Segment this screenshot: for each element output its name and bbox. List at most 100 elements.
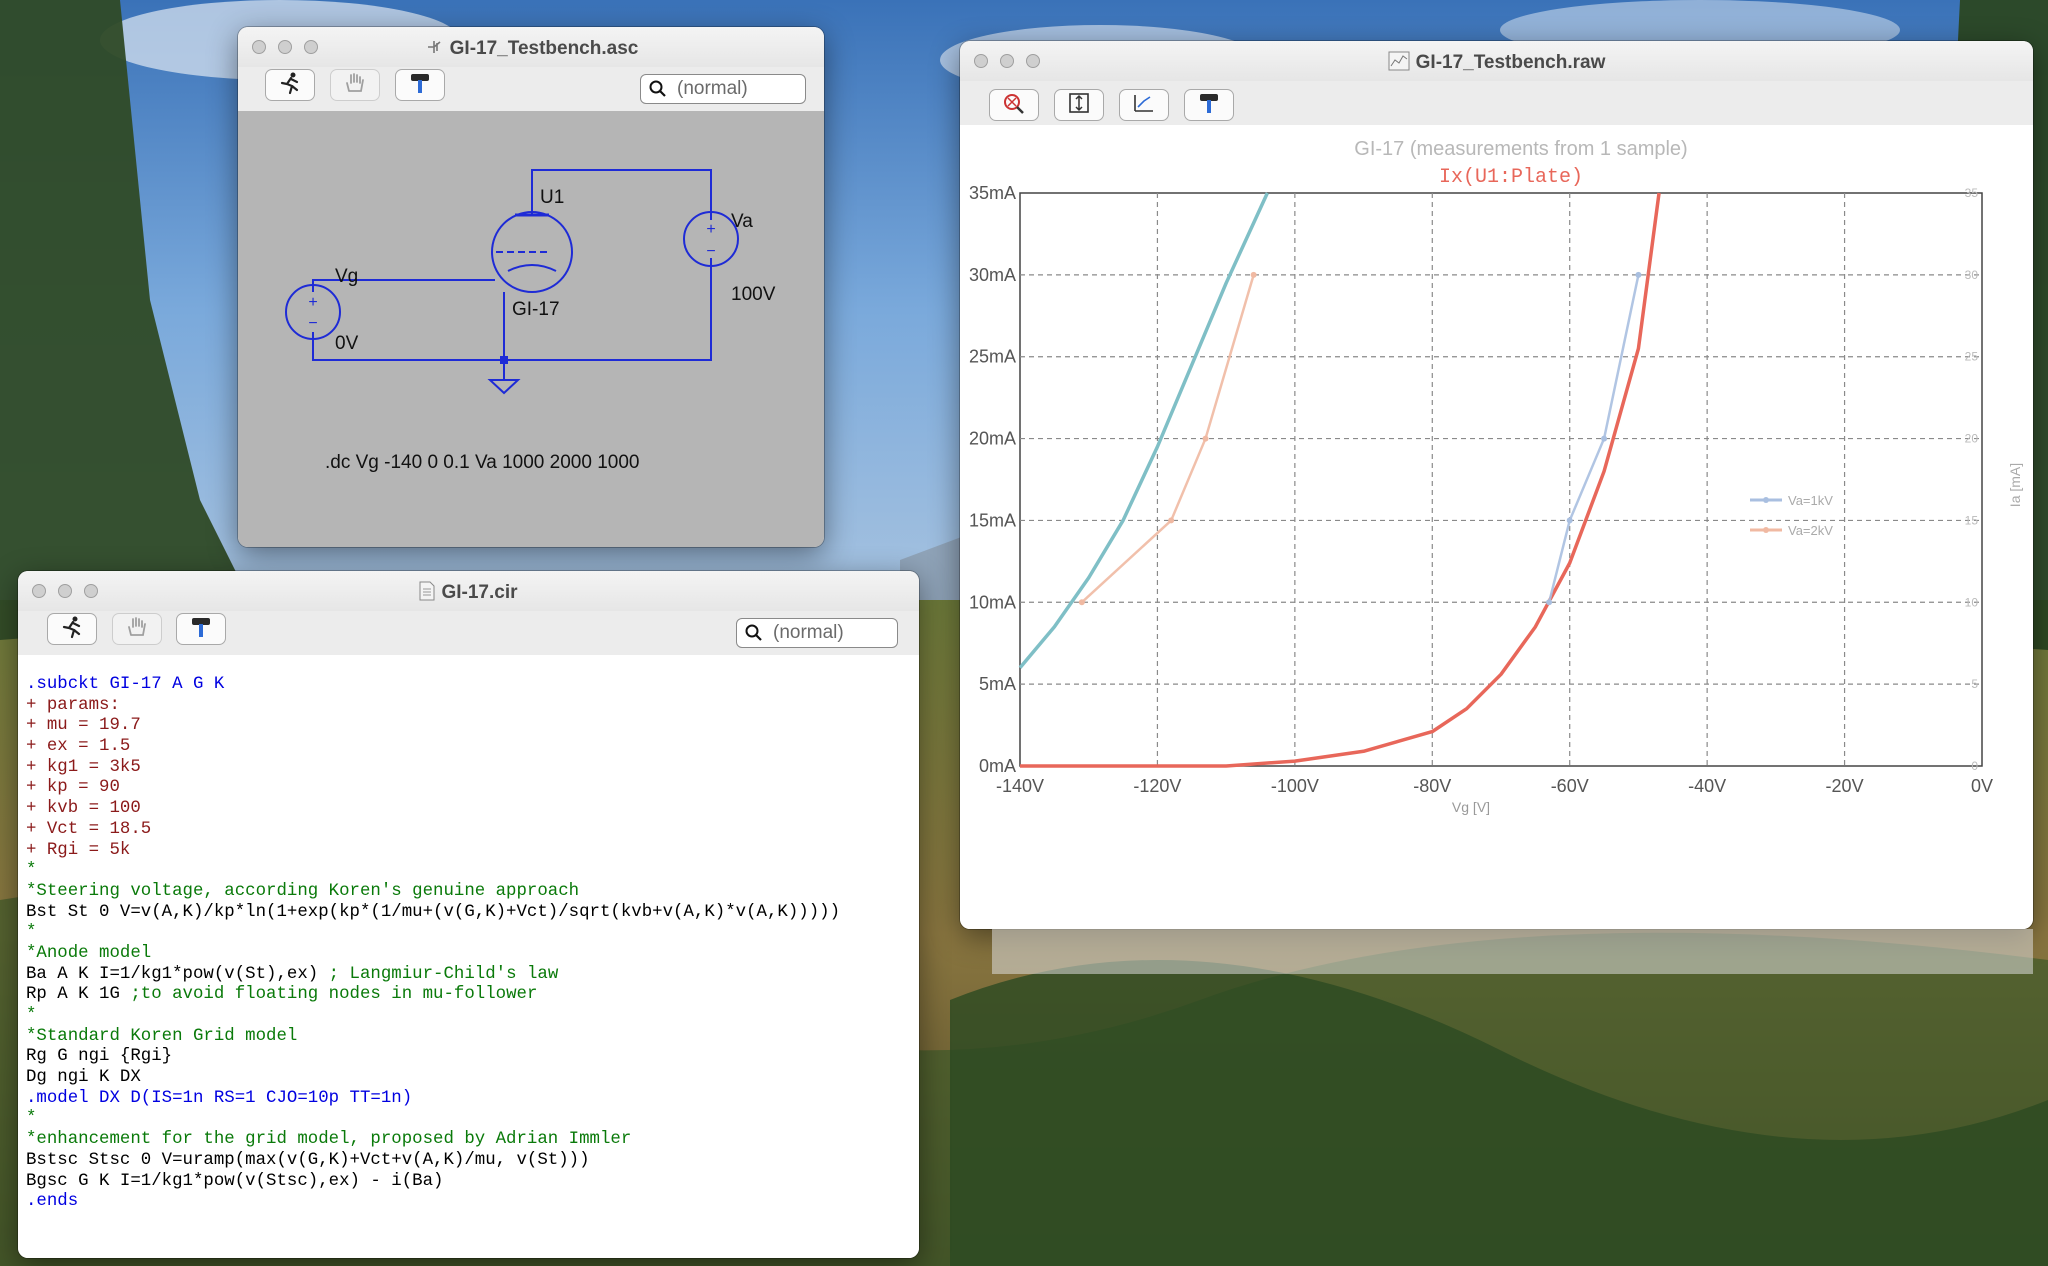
hammer-icon <box>406 71 434 100</box>
code-line[interactable]: + kg1 = 3k5 <box>26 758 919 779</box>
code-line[interactable]: * <box>26 923 919 944</box>
legend-label: Va=1kV <box>1788 493 1833 508</box>
code-line[interactable]: *enhancement for the grid model, propose… <box>26 1130 919 1151</box>
hammer-icon <box>187 615 215 644</box>
series-point <box>1566 517 1573 524</box>
trace-title[interactable]: Ix(U1:Plate) <box>1439 166 1583 189</box>
code-line[interactable]: + mu = 19.7 <box>26 716 919 737</box>
legend-marker <box>1763 497 1769 503</box>
series-point <box>1635 271 1642 278</box>
code-line[interactable]: Bst St 0 V=v(A,K)/kp*ln(1+exp(kp*(1/mu+(… <box>26 903 919 924</box>
waveform-title: GI-17_Testbench.raw <box>1415 52 1606 73</box>
code-line[interactable]: * <box>26 1109 919 1130</box>
svg-text:−: − <box>308 315 317 332</box>
run-button[interactable] <box>47 613 97 645</box>
autorange-button[interactable] <box>1054 89 1104 121</box>
code-line[interactable]: Rp A K 1G ;to avoid floating nodes in mu… <box>26 985 919 1006</box>
overlay-right-tick: 0 <box>1971 759 1978 773</box>
waveform-titlebar[interactable]: GI-17_Testbench.raw <box>960 41 2033 81</box>
code-line[interactable]: *Anode model <box>26 944 919 965</box>
schematic-search-placeholder: (normal) <box>677 78 748 99</box>
run-button[interactable] <box>265 69 315 101</box>
code-line[interactable]: *Steering voltage, according Koren's gen… <box>26 882 919 903</box>
schematic-canvas[interactable]: + − + − U1 GI-17 Vg 0V Va 100V .dc Vg -1… <box>238 111 824 547</box>
vg-name-label[interactable]: Vg <box>335 266 358 287</box>
run-icon <box>276 71 304 100</box>
netlist-search[interactable]: (normal) <box>736 618 898 648</box>
x-tick-label: -40V <box>1688 776 1726 796</box>
y-tick-label: 20mA <box>969 429 1016 449</box>
netlist-titlebar[interactable]: GI-17.cir <box>18 571 919 611</box>
svg-text:+: + <box>308 294 317 311</box>
halt-button[interactable] <box>112 613 162 645</box>
schematic-window: GI-17_Testbench.asc (normal) + − + − U1 … <box>238 27 824 547</box>
y-tick-label: 0mA <box>979 756 1016 776</box>
ground-symbol[interactable] <box>487 379 521 395</box>
overlay-title: GI-17 (measurements from 1 sample) <box>1354 138 1687 160</box>
code-line[interactable]: * <box>26 1006 919 1027</box>
run-icon <box>58 615 86 644</box>
schematic-file-icon <box>424 37 444 63</box>
code-line[interactable]: + kvb = 100 <box>26 799 919 820</box>
netlist-toolbar: (normal) <box>18 611 919 656</box>
vg-value-label[interactable]: 0V <box>335 333 359 354</box>
autorange-icon <box>1065 91 1093 120</box>
tube-ref-label[interactable]: U1 <box>540 187 564 208</box>
series-point <box>1078 599 1085 606</box>
halt-button[interactable] <box>330 69 380 101</box>
code-line[interactable]: Bgsc G K I=1/kg1*pow(v(Stsc),ex) - i(Ba) <box>26 1172 919 1193</box>
netlist-search-placeholder: (normal) <box>773 622 844 643</box>
code-line[interactable]: Rg G ngi {Rgi} <box>26 1047 919 1068</box>
settings-button[interactable] <box>176 613 226 645</box>
cursor-button[interactable] <box>1119 89 1169 121</box>
overlay-right-tick: 5 <box>1971 677 1978 691</box>
overlay-y-label: Ia [mA] <box>2007 463 2023 507</box>
overlay-x-label: Vg [V] <box>1452 799 1490 815</box>
x-tick-label: -20V <box>1826 776 1864 796</box>
series-line-0[interactable] <box>1018 192 1269 669</box>
code-line[interactable]: + Rgi = 5k <box>26 841 919 862</box>
y-tick-label: 10mA <box>969 592 1016 612</box>
va-source[interactable]: + − <box>683 211 739 267</box>
schematic-titlebar[interactable]: GI-17_Testbench.asc <box>238 27 824 67</box>
series-line-1[interactable] <box>1020 192 1661 768</box>
schematic-toolbar: (normal) <box>238 67 824 112</box>
plot-area[interactable]: -140V -120V -100V -80V -60V -40V -20V 0V 0mA 5mA 1… <box>960 125 2033 929</box>
netlist-editor[interactable]: .subckt GI-17 A G K + params: + mu = 19.7 +… <box>18 655 919 1258</box>
code-line[interactable]: + ex = 1.5 <box>26 737 919 758</box>
tube-model-label[interactable]: GI-17 <box>512 299 560 320</box>
legend-marker <box>1763 527 1769 533</box>
code-line[interactable]: + kp = 90 <box>26 778 919 799</box>
va-value-label[interactable]: 100V <box>731 284 776 305</box>
dc-directive[interactable]: .dc Vg -140 0 0.1 Va 1000 2000 1000 <box>325 452 639 473</box>
junction-dot <box>500 356 508 364</box>
zoom-area-button[interactable] <box>989 89 1039 121</box>
settings-button[interactable] <box>395 69 445 101</box>
search-icon <box>745 624 763 642</box>
vg-source[interactable]: + − <box>285 284 341 340</box>
code-line[interactable]: Bstsc Stsc 0 V=uramp(max(v(G,K)+Vct+v(A,… <box>26 1151 919 1172</box>
y-tick-label: 30mA <box>969 265 1016 285</box>
y-tick-label: 25mA <box>969 347 1016 367</box>
y-tick-label: 5mA <box>979 674 1016 694</box>
schematic-search[interactable]: (normal) <box>640 74 806 104</box>
code-line[interactable]: .ends <box>26 1192 919 1213</box>
code-line[interactable]: + params: <box>26 696 919 717</box>
cursor-icon <box>1130 91 1158 120</box>
va-name-label[interactable]: Va <box>731 211 753 232</box>
code-line[interactable]: Ba A K I=1/kg1*pow(v(St),ex) ; Langmiur-… <box>26 965 919 986</box>
series-point <box>1168 517 1175 524</box>
code-line[interactable]: + Vct = 18.5 <box>26 820 919 841</box>
plot-svg[interactable]: -140V -120V -100V -80V -60V -40V -20V 0V 0mA 5mA 1… <box>960 125 2033 929</box>
settings-button[interactable] <box>1184 89 1234 121</box>
schematic-title: GI-17_Testbench.asc <box>449 38 639 59</box>
overlay-right-tick: 35 <box>1965 186 1979 200</box>
waveform-toolbar <box>960 81 2033 126</box>
overlay-right-tick: 25 <box>1965 350 1979 364</box>
code-line[interactable]: .subckt GI-17 A G K <box>26 675 919 696</box>
code-line[interactable]: Dg ngi K DX <box>26 1068 919 1089</box>
y-tick-label: 35mA <box>969 183 1016 203</box>
code-line[interactable]: .model DX D(IS=1n RS=1 CJO=10p TT=1n) <box>26 1089 919 1110</box>
code-line[interactable]: *Standard Koren Grid model <box>26 1027 919 1048</box>
code-line[interactable]: * <box>26 861 919 882</box>
